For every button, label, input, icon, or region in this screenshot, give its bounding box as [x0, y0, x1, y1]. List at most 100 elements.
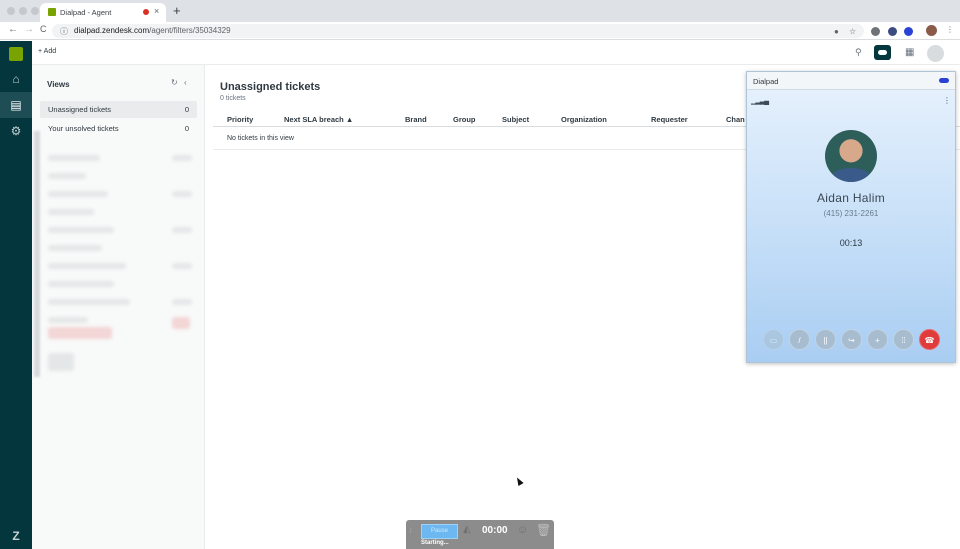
contact-phone: (415) 231-2261: [823, 209, 879, 218]
view-item-unassigned[interactable]: Unassigned tickets 0: [40, 101, 197, 118]
video-button[interactable]: ▭: [763, 329, 784, 350]
url-host: dialpad.zendesk.com: [74, 26, 150, 35]
add-caller-button[interactable]: +: [867, 329, 888, 350]
recording-status: Starting...: [421, 540, 449, 546]
user-avatar[interactable]: [927, 45, 944, 62]
blurred-view-count: [172, 299, 192, 305]
address-bar: ← → C ⓘ dialpad.zendesk.com/agent/filter…: [0, 22, 960, 40]
call-timer: 00:13: [839, 238, 863, 248]
view-item-label: Unassigned tickets: [48, 105, 111, 114]
collapse-panel-icon[interactable]: ‹: [184, 78, 187, 87]
url-field[interactable]: ⓘ dialpad.zendesk.com/agent/filters/3503…: [52, 24, 864, 38]
blurred-view-item: [48, 191, 108, 197]
column-header-group[interactable]: Group: [453, 115, 476, 124]
reload-button[interactable]: C: [40, 24, 47, 34]
view-item-count: 0: [184, 105, 189, 114]
extension-globe-icon[interactable]: [871, 27, 880, 36]
dialpad-app-button[interactable]: [874, 45, 891, 60]
lock-icon: ⓘ: [60, 27, 68, 36]
trash-icon[interactable]: 🗑: [536, 523, 551, 537]
blurred-view-item: [48, 353, 74, 371]
admin-gear-icon[interactable]: ⚙: [0, 118, 32, 144]
search-icon[interactable]: ⚲: [855, 47, 862, 58]
extension-u-icon[interactable]: [888, 27, 897, 36]
dialpad-logo-icon: [939, 78, 949, 83]
blurred-view-count: [172, 263, 192, 269]
back-button[interactable]: ←: [8, 24, 18, 35]
more-options-icon[interactable]: ⋮: [943, 96, 951, 105]
empty-state-message: No tickets in this view: [227, 135, 294, 142]
zendesk-favicon-icon: [48, 8, 56, 16]
column-header-next-sla-breach[interactable]: Next SLA breach ▲: [284, 115, 353, 124]
dialpad-panel-header: Dialpad: [747, 72, 955, 90]
window-minimize-button[interactable]: [19, 7, 27, 15]
drag-handle-icon[interactable]: ⁞: [410, 529, 412, 535]
hold-button[interactable]: ||: [815, 329, 836, 350]
page-title: Unassigned tickets: [220, 81, 321, 93]
views-heading: Views: [47, 80, 70, 89]
column-header-priority[interactable]: Priority: [227, 115, 253, 124]
home-icon[interactable]: ⌂: [0, 66, 32, 92]
dialpad-call-panel: Dialpad ▁▂▃▄ ⋮ Aidan Halim (415) 231-226…: [746, 71, 956, 363]
apps-grid-icon[interactable]: ▦: [905, 47, 914, 58]
blurred-view-count: [172, 317, 190, 329]
forward-button[interactable]: →: [24, 24, 34, 35]
tab-title: Dialpad - Agent: [60, 8, 112, 17]
browser-menu-icon[interactable]: ⋮: [946, 25, 954, 34]
emoji-icon[interactable]: ☺: [517, 524, 528, 536]
blurred-view-count: [172, 155, 192, 161]
column-header-channel[interactable]: Chan: [726, 115, 745, 124]
microphone-icon[interactable]: ●: [834, 27, 839, 36]
profile-avatar-icon[interactable]: [926, 25, 937, 36]
blurred-view-count: [172, 227, 192, 233]
column-header-organization[interactable]: Organization: [561, 115, 607, 124]
browser-tab-bar: Dialpad - Agent × +: [0, 0, 960, 22]
recording-time: 00:00: [482, 525, 508, 536]
left-navigation: ⌂ ▤ ⚙ Z: [0, 41, 32, 549]
add-button[interactable]: + Add: [38, 48, 56, 55]
zendesk-logo-icon[interactable]: [9, 47, 23, 61]
pause-button[interactable]: Pause: [421, 524, 458, 539]
bookmark-star-icon[interactable]: ☆: [849, 27, 856, 36]
new-tab-button[interactable]: +: [173, 3, 181, 18]
signal-strength-icon: ▁▂▃▄: [751, 98, 769, 105]
mute-button[interactable]: /: [789, 329, 810, 350]
blurred-view-item: [48, 263, 126, 269]
dialpad-logo-icon: [878, 50, 887, 55]
browser-tab[interactable]: Dialpad - Agent ×: [40, 3, 166, 22]
zendesk-z-icon[interactable]: Z: [0, 523, 32, 549]
hangup-button[interactable]: ☎: [919, 329, 940, 350]
contact-name: Aidan Halim: [817, 191, 885, 205]
screen-recorder-bar: ⁞ Pause ◭ 00:00 Starting... ☺ 🗑: [406, 520, 554, 549]
blurred-view-count: [172, 191, 192, 197]
camera-icon[interactable]: ◭: [463, 524, 471, 535]
column-header-subject[interactable]: Subject: [502, 115, 529, 124]
blurred-view-item: [48, 317, 88, 323]
window-zoom-button[interactable]: [31, 7, 39, 15]
window-close-button[interactable]: [7, 7, 15, 15]
transfer-button[interactable]: ↪: [841, 329, 862, 350]
keypad-button[interactable]: ⁞⁞: [893, 329, 914, 350]
blurred-view-item: [48, 209, 94, 215]
contact-avatar-shirt: [831, 168, 871, 182]
views-panel: Views ↻ ‹ Unassigned tickets 0 Your unso…: [32, 65, 205, 549]
contact-avatar: [825, 130, 877, 182]
tab-close-icon[interactable]: ×: [154, 6, 159, 16]
view-item-your-unsolved[interactable]: Your unsolved tickets 0: [40, 120, 197, 137]
dialpad-panel-title: Dialpad: [753, 77, 779, 86]
blurred-view-item: [48, 227, 114, 233]
recording-indicator-icon: [143, 9, 149, 15]
blurred-view-item: [48, 173, 86, 179]
blurred-view-item: [48, 155, 100, 161]
column-header-brand[interactable]: Brand: [405, 115, 427, 124]
blurred-view-item: [48, 245, 102, 251]
extension-dialpad-icon[interactable]: [904, 27, 913, 36]
column-header-requester[interactable]: Requester: [651, 115, 688, 124]
url-path: /agent/filters/35034329: [149, 26, 231, 35]
ticket-count: 0 tickets: [220, 95, 246, 102]
views-icon[interactable]: ▤: [0, 92, 32, 118]
refresh-icon[interactable]: ↻: [171, 78, 178, 87]
view-item-label: Your unsolved tickets: [48, 124, 119, 133]
pause-button-label: Pause: [430, 528, 448, 534]
view-item-count: 0: [184, 124, 189, 133]
